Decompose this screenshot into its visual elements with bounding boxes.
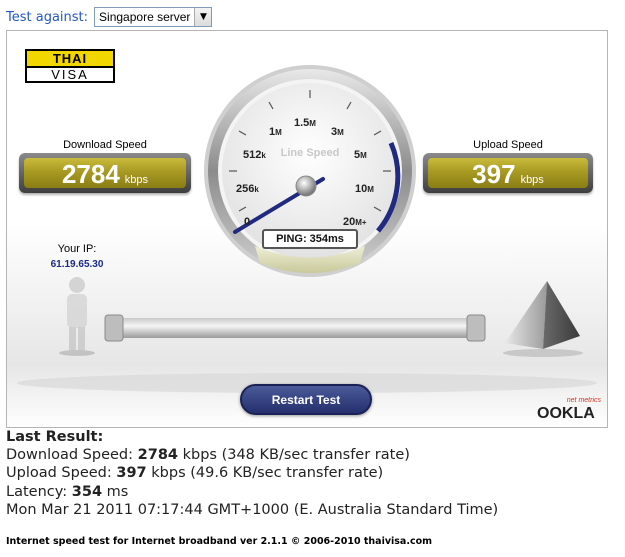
ping-display: PING: 354ms <box>262 229 358 249</box>
tube-end-left <box>104 314 124 342</box>
ookla-brand: OOKLA <box>537 405 595 422</box>
gauge-tick-label: 1M <box>269 126 282 138</box>
gauge-tick-label: 512k <box>243 149 266 161</box>
connection-tube <box>105 318 485 338</box>
last-result-heading: Last Result: <box>6 429 104 445</box>
server-select-value[interactable]: Singapore server <box>95 8 194 26</box>
gauge-label: Line Speed <box>280 147 340 159</box>
server-select[interactable]: Singapore server ▼ <box>94 7 213 27</box>
server-selector-row: Test against: Singapore server ▼ <box>6 6 213 28</box>
server-pyramid-icon <box>503 281 583 357</box>
result-download-line: Download Speed: 2784 kbps (348 KB/sec tr… <box>6 447 410 463</box>
person-icon <box>59 277 95 356</box>
restart-test-button[interactable]: Restart Test <box>240 384 372 415</box>
gauge-tick-label: 3M <box>331 126 344 138</box>
result-timestamp: Mon Mar 21 2011 07:17:44 GMT+1000 (E. Au… <box>6 501 499 518</box>
ookla-logo: net metrics OOKLA <box>535 397 601 423</box>
your-ip-block: Your IP: 61.19.65.30 <box>47 243 107 270</box>
ookla-netmetrics: net metrics <box>566 397 601 404</box>
gauge-hub <box>295 175 317 197</box>
gauge-tick-label: 256k <box>236 183 259 195</box>
speedtest-panel: THAI VISA Download Speed 2784 kbps Uploa… <box>6 30 608 428</box>
your-ip-title: Your IP: <box>57 243 97 255</box>
gauge-tick-label: 0 <box>244 216 251 228</box>
last-result-section: Last Result: Download Speed: 2784 kbps (… <box>6 428 498 519</box>
footer-text: Internet speed test for Internet broadba… <box>6 536 433 547</box>
tube-end-right <box>466 314 486 342</box>
gauge-tick-label: 5M <box>354 149 367 161</box>
result-upload-line: Upload Speed: 397 kbps (49.6 KB/sec tran… <box>6 465 384 482</box>
gauge-tick-label: 20M+ <box>343 216 367 228</box>
your-ip-value: 61.19.65.30 <box>50 259 104 270</box>
result-latency-line: Latency: 354 ms <box>6 483 129 500</box>
gauge-tick-label: 1.5M <box>294 117 316 129</box>
chevron-down-icon[interactable]: ▼ <box>194 8 212 26</box>
test-against-label: Test against: <box>6 9 89 25</box>
gauge-tick-label: 10M <box>355 183 374 195</box>
